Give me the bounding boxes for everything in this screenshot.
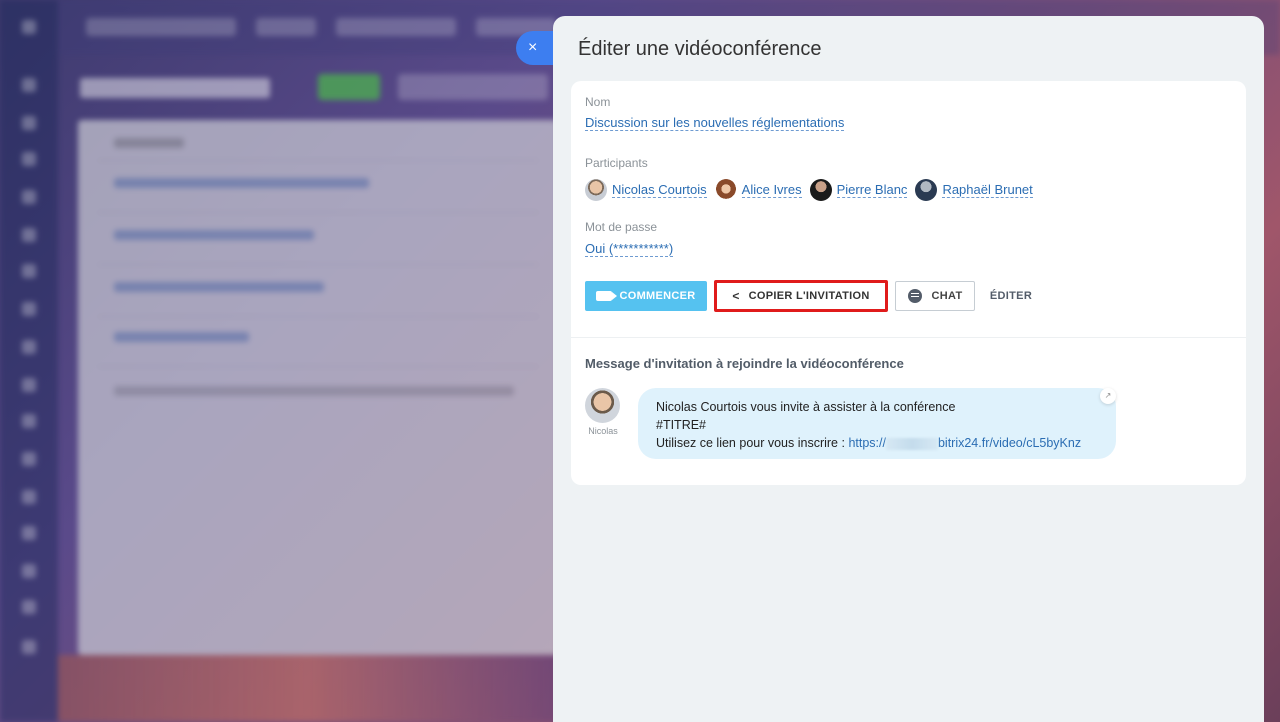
invitation-line-3: Utilisez ce lien pour vous inscrire : ht…: [656, 434, 1098, 452]
participant-name[interactable]: Pierre Blanc: [836, 182, 908, 198]
conference-card: Nom Discussion sur les nouvelles régleme…: [571, 81, 1246, 485]
invitation-line-2: #TITRE#: [656, 418, 707, 432]
background-filter: [398, 74, 548, 100]
edit-conference-slider: Éditer une vidéoconférence Nom Discussio…: [553, 16, 1264, 722]
invitation-sender: Nicolas: [585, 388, 621, 436]
slider-title: Éditer une vidéoconférence: [578, 38, 822, 60]
password-label: Mot de passe: [585, 220, 658, 234]
action-buttons: COMMENCER < COPIER L'INVITATION CHAT ÉDI…: [585, 280, 1037, 312]
participant-alice[interactable]: Alice Ivres: [714, 179, 802, 201]
background-add-button: [318, 74, 380, 100]
copy-invitation-label: COPIER L'INVITATION: [748, 290, 870, 302]
raphael-avatar: [915, 179, 938, 201]
edit-button-label: ÉDITER: [989, 290, 1033, 302]
start-button[interactable]: COMMENCER: [585, 281, 707, 311]
participants-label: Participants: [585, 156, 648, 170]
blurred-domain: [885, 437, 938, 450]
alice-avatar: [714, 179, 737, 201]
chat-icon: [907, 289, 922, 303]
invitation-title: Message d'invitation à rejoindre la vidé…: [585, 356, 904, 371]
participant-name[interactable]: Alice Ivres: [741, 182, 802, 198]
sender-avatar: [585, 388, 620, 423]
password-value-link[interactable]: Oui (***********): [585, 241, 674, 257]
participant-nicolas[interactable]: Nicolas Courtois: [585, 179, 707, 201]
start-button-label: COMMENCER: [619, 290, 696, 302]
background-footer: [58, 655, 558, 722]
name-label: Nom: [585, 95, 611, 109]
participant-pierre[interactable]: Pierre Blanc: [809, 179, 908, 201]
participant-raphael[interactable]: Raphaël Brunet: [915, 179, 1033, 201]
background-list-panel: [78, 120, 558, 655]
participant-name[interactable]: Raphaël Brunet: [942, 182, 1033, 198]
invitation-message-bubble: Nicolas Courtois vous invite à assister …: [638, 388, 1116, 459]
nicolas-avatar: [585, 179, 607, 201]
divider: [571, 337, 1246, 338]
invitation-line-1: Nicolas Courtois vous invite à assister …: [656, 400, 956, 414]
share-icon: <: [732, 289, 740, 303]
invitation-link[interactable]: https://bitrix24.fr/video/cL5byKnz: [848, 436, 1081, 450]
close-icon: ×: [528, 39, 538, 56]
pierre-avatar: [809, 179, 832, 201]
participants-list: Nicolas Courtois Alice Ivres Pierre Blan…: [585, 179, 1041, 201]
conference-name-link[interactable]: Discussion sur les nouvelles réglementat…: [585, 115, 845, 131]
edit-button[interactable]: ÉDITER: [985, 281, 1037, 311]
invitation-link-prefix: Utilisez ce lien pour vous inscrire :: [656, 436, 849, 450]
copy-invitation-button[interactable]: < COPIER L'INVITATION: [714, 280, 888, 312]
close-slider-button[interactable]: ×: [516, 31, 556, 65]
expand-icon[interactable]: ↗: [1100, 388, 1116, 404]
sender-name: Nicolas: [588, 426, 618, 436]
camera-icon: [596, 291, 618, 301]
background-page-title: [80, 78, 270, 98]
background-left-nav: [0, 0, 58, 722]
chat-button[interactable]: CHAT: [895, 281, 975, 311]
chat-button-label: CHAT: [931, 290, 963, 302]
participant-name[interactable]: Nicolas Courtois: [612, 182, 707, 198]
